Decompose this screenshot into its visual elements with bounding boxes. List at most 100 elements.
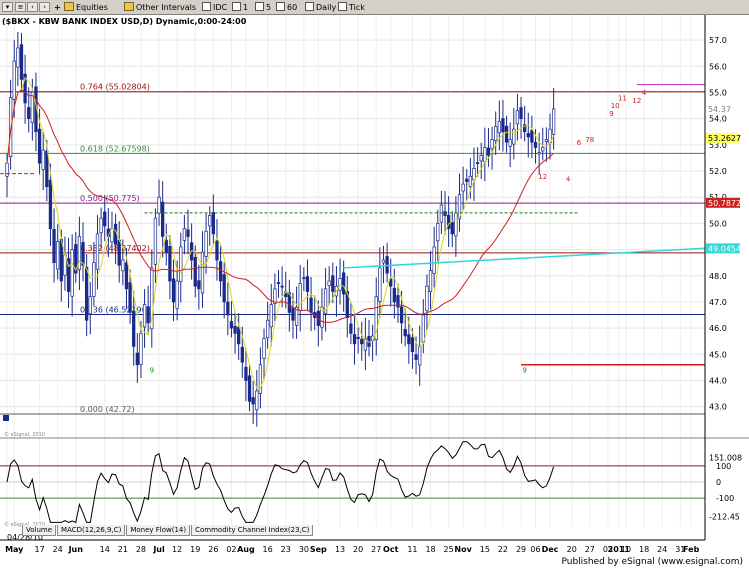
date-tick-label: 22: [498, 545, 508, 554]
date-tick-label: 02: [226, 545, 236, 554]
candle-body: [142, 304, 147, 328]
demark-count-label: 4: [642, 89, 647, 97]
candle-body: [436, 223, 440, 242]
candle-body: [251, 397, 255, 405]
candle-body: [157, 196, 161, 214]
candle-body: [153, 217, 158, 265]
candle-body: [381, 259, 386, 264]
date-tick-label: Jul: [152, 545, 165, 554]
candle-body: [12, 60, 16, 100]
candle-body: [179, 246, 183, 282]
candle-body: [410, 337, 415, 353]
date-tick-label: 12: [172, 545, 182, 554]
candle-body: [59, 239, 63, 282]
fib-label: 0.000 (42.72): [80, 405, 135, 414]
candle-body: [414, 354, 418, 360]
price-tick-label: 45.0: [709, 350, 727, 359]
candle-body: [132, 310, 136, 347]
candle-body: [512, 128, 516, 145]
candle-body: [479, 154, 483, 162]
tab-volume[interactable]: Volume: [22, 525, 57, 536]
candle-body: [280, 285, 284, 288]
date-tick-label: 28: [136, 545, 146, 554]
candle-body: [331, 275, 335, 292]
tab-cci[interactable]: Commodity Channel Index(23,C): [191, 525, 314, 536]
candle-body: [41, 149, 45, 170]
date-tick-label: 15: [480, 545, 490, 554]
candle-body: [425, 285, 429, 312]
price-tick-label: 44.0: [709, 376, 727, 385]
candle-body: [443, 211, 447, 216]
study-tabs: Volume MACD(12,26,9,C) Money Flow(14) Commo…: [22, 525, 314, 536]
candle-body: [208, 215, 212, 227]
candle-body: [465, 178, 469, 182]
candle-body: [88, 296, 92, 315]
candle-body: [486, 147, 491, 156]
demark-count-label: 11: [618, 94, 627, 102]
date-tick-label: 25: [444, 545, 454, 554]
candle-body: [262, 338, 266, 359]
candle-body: [497, 120, 501, 134]
date-tick-label: Jun: [68, 545, 84, 554]
price-tick-label: 46.0: [709, 324, 727, 333]
candle-body: [276, 282, 281, 284]
candle-body: [450, 221, 454, 235]
demark-count-label: 6: [577, 139, 582, 147]
candle-body: [237, 327, 241, 345]
date-tick-label: 30: [299, 545, 309, 554]
date-tick-label: 24: [657, 545, 667, 554]
candle-body: [186, 229, 190, 237]
price-tick-label: 47.0: [709, 298, 727, 307]
candle-body: [103, 211, 107, 227]
candle-body: [291, 307, 295, 321]
candle-body: [226, 301, 230, 316]
demark-count-label: 78: [585, 136, 594, 144]
price-tick-label: 56.0: [709, 62, 727, 71]
candle-body: [135, 352, 139, 366]
candle-body: [551, 108, 556, 135]
demark-count-label: 9: [522, 367, 526, 375]
candle-body: [302, 277, 306, 279]
date-tick-label: 19: [190, 545, 200, 554]
candle-body: [52, 228, 56, 264]
price-tag-label: 50.7872: [708, 199, 741, 208]
demark-count-label: 4: [566, 175, 571, 183]
candle-body: [501, 118, 505, 133]
candle-body: [233, 325, 237, 334]
candle-body: [218, 261, 223, 282]
date-tick-label: 11: [407, 545, 417, 554]
candle-body: [421, 314, 425, 343]
candle-body: [537, 152, 541, 155]
candle-body: [360, 338, 364, 345]
candle-body: [56, 241, 60, 270]
date-tick-label: 26: [208, 545, 218, 554]
candle-body: [418, 346, 422, 366]
candle-body: [305, 276, 310, 292]
price-tag-label: 54.37: [708, 105, 731, 114]
price-tick-label: 54.0: [709, 115, 727, 124]
candle-body: [164, 239, 168, 253]
candle-body: [161, 201, 165, 237]
date-tick-label: May: [5, 545, 24, 554]
candle-body: [392, 287, 396, 303]
cci-tick-label: 0: [716, 478, 721, 487]
tab-macd[interactable]: MACD(12,26,9,C): [57, 525, 126, 536]
scroll-handle[interactable]: [3, 415, 9, 421]
candle-body: [128, 282, 132, 313]
candle-body: [475, 162, 480, 164]
candle-body: [298, 283, 302, 311]
date-tick-label: 29: [516, 545, 526, 554]
candle-body: [428, 270, 433, 293]
date-tick-label: 20: [353, 545, 363, 554]
candle-body: [403, 329, 407, 337]
candle-body: [81, 242, 85, 266]
date-tick-label: 21: [118, 545, 128, 554]
candle-body: [211, 212, 215, 235]
candle-body: [215, 239, 219, 261]
candle-body: [407, 334, 411, 345]
tab-money-flow[interactable]: Money Flow(14): [126, 525, 191, 536]
candle-body: [504, 125, 509, 143]
candle-body: [95, 233, 100, 270]
candle-body: [483, 147, 487, 163]
demark-count-label: 12: [632, 97, 641, 105]
